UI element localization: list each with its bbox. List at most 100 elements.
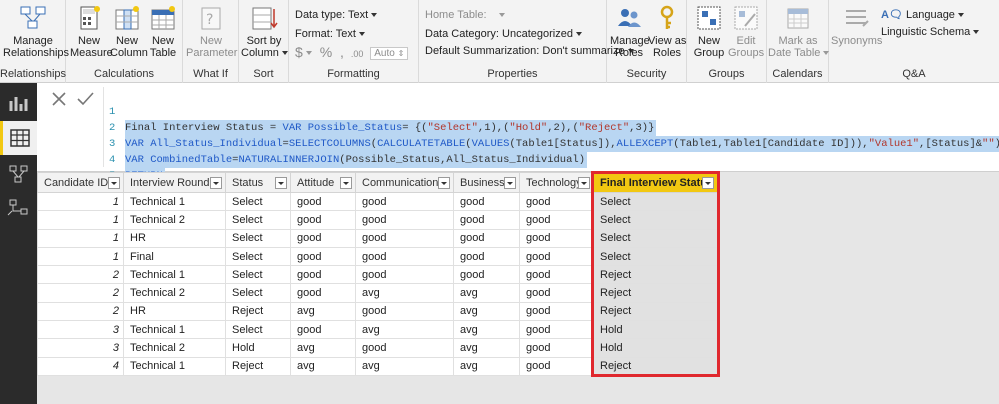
cell-attitude[interactable]: good [290, 265, 356, 285]
cell-candidate-id[interactable]: 3 [37, 320, 124, 340]
cell-communication[interactable]: good [355, 301, 454, 322]
column-header-candidate-id[interactable]: Candidate ID [37, 172, 124, 193]
column-header-technology[interactable]: Technology [519, 172, 594, 193]
cell-technology[interactable]: good [519, 191, 594, 212]
cell-business[interactable]: good [453, 265, 520, 285]
cell-business[interactable]: good [453, 246, 520, 267]
cell-attitude[interactable]: good [290, 228, 356, 248]
column-header-status[interactable]: Status [225, 172, 291, 193]
manage-roles-button[interactable]: Manage Roles [610, 4, 650, 59]
dax-formula-editor[interactable]: 1 Final Interview Status = VAR Possible_… [109, 88, 999, 200]
new-parameter-button[interactable]: ? New Parameter [186, 4, 237, 59]
cell-interview-round[interactable]: Technical 2 [123, 283, 226, 303]
cell-candidate-id[interactable]: 3 [37, 338, 124, 358]
auto-decimals-field[interactable]: Auto ⇕ [370, 46, 409, 60]
manage-relationships-button[interactable]: Manage Relationships [3, 4, 69, 59]
cell-final-interview-status[interactable]: Select [592, 210, 719, 230]
cell-communication[interactable]: good [355, 338, 454, 358]
cell-attitude[interactable]: good [290, 283, 356, 303]
cell-interview-round[interactable]: Technical 1 [123, 191, 226, 212]
cell-final-interview-status[interactable]: Select [592, 191, 719, 212]
cell-status[interactable]: Reject [225, 301, 291, 322]
mark-as-date-table-button[interactable]: Mark as Date Table [768, 4, 830, 59]
table-row[interactable]: 2 Technical 2 Select good avg avg good Reject [37, 283, 719, 303]
cell-business[interactable]: avg [453, 338, 520, 358]
cell-candidate-id[interactable]: 2 [37, 265, 124, 285]
cell-candidate-id[interactable]: 4 [37, 356, 124, 376]
cell-interview-round[interactable]: HR [123, 228, 226, 248]
cell-business[interactable]: avg [453, 283, 520, 303]
filter-dropdown-icon[interactable] [702, 177, 715, 189]
format-dropdown[interactable]: Format: Text [295, 28, 365, 40]
model-view-button[interactable] [0, 157, 37, 191]
cell-final-interview-status[interactable]: Select [592, 228, 719, 248]
new-column-button[interactable]: New Column [110, 4, 148, 59]
filter-dropdown-icon[interactable] [504, 177, 516, 189]
new-group-button[interactable]: New Group [691, 4, 727, 59]
column-header-final-interview-status[interactable]: Final Interview Status [592, 172, 719, 193]
cell-final-interview-status[interactable]: Select [592, 246, 719, 267]
cell-communication[interactable]: good [355, 246, 454, 267]
cell-interview-round[interactable]: Technical 2 [123, 338, 226, 358]
cell-candidate-id[interactable]: 1 [37, 228, 124, 248]
default-summarization-dropdown[interactable]: Default Summarization: Don't summarize [425, 45, 634, 57]
table-row[interactable]: 2 Technical 1 Select good good good good Reject [37, 265, 719, 285]
currency-button[interactable]: $ [295, 44, 303, 60]
cell-business[interactable]: good [453, 191, 520, 212]
cell-technology[interactable]: good [519, 356, 594, 376]
data-view-button[interactable] [0, 121, 37, 155]
table-row[interactable]: 3 Technical 2 Hold avg good avg good Hold [37, 338, 719, 358]
comma-button[interactable]: , [340, 44, 344, 60]
cell-interview-round[interactable]: Technical 1 [123, 356, 226, 376]
cell-status[interactable]: Select [225, 283, 291, 303]
cell-candidate-id[interactable]: 2 [37, 283, 124, 303]
cell-final-interview-status[interactable]: Hold [592, 320, 719, 340]
cell-candidate-id[interactable]: 1 [37, 210, 124, 230]
report-view-button[interactable] [0, 87, 37, 121]
dax-query-view-button[interactable] [0, 191, 37, 225]
cell-communication[interactable]: good [355, 228, 454, 248]
home-table-dropdown[interactable]: Home Table: [425, 9, 505, 21]
cell-communication[interactable]: good [355, 265, 454, 285]
table-row[interactable]: 4 Technical 1 Reject avg avg avg good Reject [37, 356, 719, 376]
cell-interview-round[interactable]: Technical 2 [123, 210, 226, 230]
cell-final-interview-status[interactable]: Reject [592, 283, 719, 303]
percent-button[interactable]: % [320, 44, 332, 60]
cell-status[interactable]: Select [225, 320, 291, 340]
edit-groups-button[interactable]: Edit Groups [728, 4, 764, 59]
cell-attitude[interactable]: good [290, 191, 356, 212]
cell-communication[interactable]: avg [355, 283, 454, 303]
table-row[interactable]: 1 Technical 2 Select good good good good Select [37, 210, 719, 230]
cell-business[interactable]: avg [453, 320, 520, 340]
cell-candidate-id[interactable]: 2 [37, 301, 124, 322]
cell-status[interactable]: Select [225, 228, 291, 248]
filter-dropdown-icon[interactable] [210, 177, 222, 189]
cell-technology[interactable]: good [519, 301, 594, 322]
table-row[interactable]: 2 HR Reject avg good avg good Reject [37, 301, 719, 322]
cell-business[interactable]: good [453, 210, 520, 230]
cell-communication[interactable]: avg [355, 320, 454, 340]
filter-dropdown-icon[interactable] [340, 177, 352, 189]
cell-attitude[interactable]: good [290, 210, 356, 230]
column-header-business[interactable]: Business [453, 172, 520, 193]
cell-business[interactable]: avg [453, 301, 520, 322]
cell-interview-round[interactable]: Technical 1 [123, 265, 226, 285]
column-header-attitude[interactable]: Attitude [290, 172, 356, 193]
view-as-roles-button[interactable]: View as Roles [648, 4, 686, 59]
cell-technology[interactable]: good [519, 210, 594, 230]
filter-dropdown-icon[interactable] [578, 177, 590, 189]
cell-technology[interactable]: good [519, 338, 594, 358]
filter-dropdown-icon[interactable] [275, 177, 287, 189]
cell-business[interactable]: avg [453, 356, 520, 376]
cell-interview-round[interactable]: Technical 1 [123, 320, 226, 340]
cell-communication[interactable]: avg [355, 356, 454, 376]
decimals-button[interactable]: .00 [351, 49, 364, 59]
cell-attitude[interactable]: avg [290, 338, 356, 358]
data-type-dropdown[interactable]: Data type: Text [295, 9, 378, 21]
new-table-button[interactable]: New Table [146, 4, 180, 59]
column-header-interview-round[interactable]: Interview Round [123, 172, 226, 193]
cell-candidate-id[interactable]: 1 [37, 246, 124, 267]
cell-technology[interactable]: good [519, 246, 594, 267]
cell-attitude[interactable]: good [290, 246, 356, 267]
cell-final-interview-status[interactable]: Reject [592, 356, 719, 376]
